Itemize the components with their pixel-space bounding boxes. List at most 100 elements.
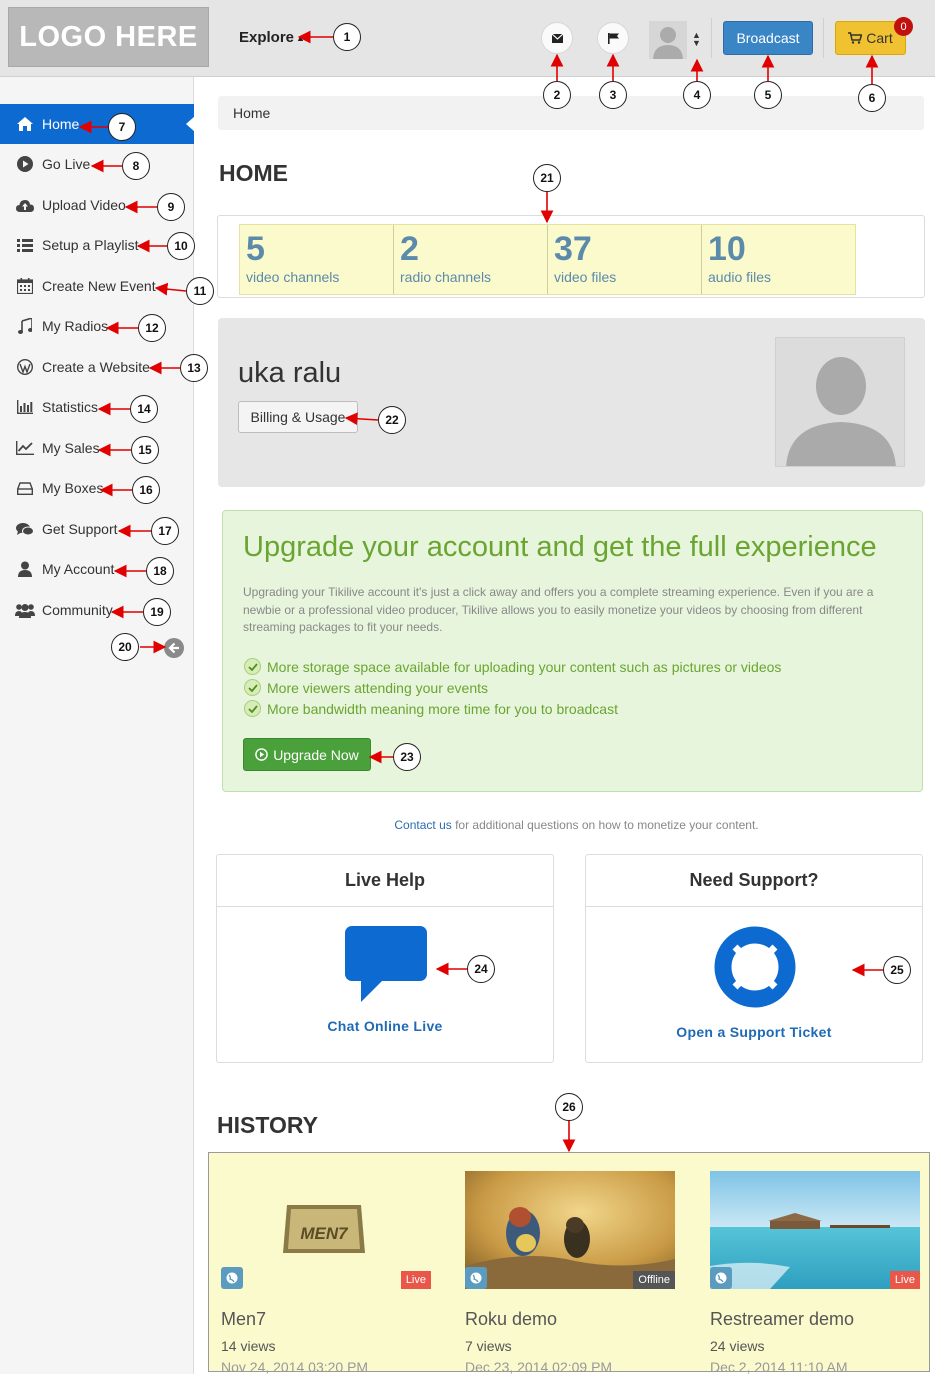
messages-button[interactable] — [541, 22, 573, 54]
sort-caret-icon: ▲︎ — [296, 33, 305, 43]
callout-badge: 20 — [111, 633, 139, 661]
callout-badge: 13 — [180, 354, 208, 382]
contact-us-link[interactable]: Contact us — [394, 818, 451, 832]
line-chart-icon — [15, 439, 35, 457]
user-avatar[interactable] — [649, 21, 687, 59]
breadcrumb-home[interactable]: Home — [233, 105, 270, 121]
video-thumbnail[interactable]: MEN7 Live — [221, 1171, 431, 1289]
callout-badge: 9 — [157, 193, 185, 221]
benefits-list: More storage space available for uploadi… — [244, 656, 781, 719]
video-thumbnail[interactable]: Offline — [465, 1171, 675, 1289]
user-menu-caret-icon[interactable]: ▲︎ ▼︎ — [692, 31, 701, 48]
callout-badge: 17 — [151, 517, 179, 545]
callout-badge: 25 — [883, 956, 911, 984]
stat-video-channels[interactable]: 5 video channels — [240, 225, 394, 294]
collapse-sidebar-button[interactable] — [164, 638, 184, 658]
callout-badge: 3 — [599, 81, 627, 109]
callout-badge: 23 — [393, 743, 421, 771]
benefit-text: More viewers attending your events — [267, 679, 488, 696]
sidebar-item-create-website[interactable]: Create a Website — [0, 347, 194, 387]
callout-badge: 24 — [467, 955, 495, 983]
upgrade-now-button[interactable]: Upgrade Now — [243, 738, 371, 771]
globe-icon — [465, 1267, 487, 1289]
check-icon — [244, 700, 261, 717]
benefit-item: More bandwidth meaning more time for you… — [244, 698, 781, 719]
stat-audio-files[interactable]: 10 audio files — [702, 225, 855, 294]
callout-badge: 19 — [143, 598, 171, 626]
check-icon — [244, 679, 261, 696]
benefit-text: More bandwidth meaning more time for you… — [267, 700, 618, 717]
sidebar-item-label: Community — [42, 602, 113, 618]
stat-label: video channels — [246, 269, 340, 285]
arrow-left-icon — [168, 642, 179, 654]
explore-label: Explore — [239, 29, 295, 46]
sidebar-item-label: Setup a Playlist — [42, 237, 139, 253]
sidebar-item-statistics[interactable]: Statistics — [0, 387, 194, 427]
chat-bubble-icon[interactable] — [345, 926, 427, 1002]
cart-label: Cart — [866, 30, 893, 46]
sidebar-item-label: My Account — [42, 561, 115, 577]
history-item[interactable]: MEN7 Live Men7 14 views Nov 24, 2014 03:… — [221, 1171, 431, 1374]
explore-menu[interactable]: Explore ▲︎ — [239, 29, 305, 46]
callout-badge: 1 — [333, 23, 361, 51]
logo[interactable]: LOGO HERE — [8, 7, 209, 67]
video-date: Dec 2, 2014 11:10 AM — [710, 1359, 848, 1374]
list-icon — [15, 236, 35, 254]
sidebar-item-my-sales[interactable]: My Sales — [0, 428, 194, 468]
video-title[interactable]: Restreamer demo — [710, 1309, 920, 1330]
check-icon — [244, 658, 261, 675]
video-thumbnail[interactable]: Live — [710, 1171, 920, 1289]
sidebar: Home Go Live Upload Video Setup a Playli… — [0, 77, 195, 1374]
chat-online-live-link[interactable]: Chat Online Live — [217, 1018, 553, 1034]
svg-text:MEN7: MEN7 — [300, 1224, 349, 1243]
stat-number: 37 — [554, 230, 592, 268]
stat-number: 5 — [246, 230, 265, 268]
history-title: HISTORY — [217, 1112, 318, 1138]
status-badge: Offline — [633, 1271, 675, 1289]
cloud-upload-icon — [15, 196, 35, 214]
stat-radio-channels[interactable]: 2 radio channels — [394, 225, 548, 294]
sidebar-item-label: Statistics — [42, 399, 99, 415]
video-title[interactable]: Roku demo — [465, 1309, 675, 1330]
profile-name: uka ralu — [238, 357, 342, 389]
globe-icon — [221, 1267, 243, 1289]
stat-video-files[interactable]: 37 video files — [548, 225, 702, 294]
divider — [823, 18, 824, 58]
lifebuoy-icon[interactable] — [714, 926, 796, 1008]
profile-avatar[interactable] — [775, 337, 905, 467]
page-title: HOME — [219, 160, 288, 186]
sidebar-item-go-live[interactable]: Go Live — [0, 144, 194, 184]
sidebar-item-label: Create a Website — [42, 359, 150, 375]
contact-line: Contact us for additional questions on h… — [0, 818, 935, 832]
cart-icon — [848, 32, 863, 44]
open-support-ticket-link[interactable]: Open a Support Ticket — [586, 1024, 922, 1040]
sidebar-item-my-boxes[interactable]: My Boxes — [0, 468, 194, 508]
sidebar-item-create-event[interactable]: Create New Event — [0, 266, 194, 306]
sidebar-item-label: My Boxes — [42, 480, 104, 496]
divider — [711, 18, 712, 58]
sidebar-item-home[interactable]: Home — [0, 104, 195, 144]
billing-usage-button[interactable]: Billing & Usage — [238, 401, 358, 433]
video-title[interactable]: Men7 — [221, 1309, 431, 1330]
history-item[interactable]: Live Restreamer demo 24 views Dec 2, 201… — [710, 1171, 920, 1374]
upgrade-now-label: Upgrade Now — [273, 746, 359, 763]
callout-badge: 22 — [378, 406, 406, 434]
sidebar-item-label: Create New Event — [42, 278, 156, 294]
sidebar-item-label: Go Live — [42, 156, 91, 172]
home-icon — [15, 115, 35, 133]
benefit-item: More storage space available for uploadi… — [244, 656, 781, 677]
history-item[interactable]: Offline Roku demo 7 views Dec 23, 2014 0… — [465, 1171, 675, 1374]
notifications-button[interactable] — [597, 22, 629, 54]
play-icon — [15, 155, 35, 173]
sidebar-item-label: Home — [42, 116, 80, 132]
user-silhouette-icon — [649, 21, 687, 59]
callout-badge: 15 — [131, 436, 159, 464]
user-icon — [15, 560, 35, 578]
sidebar-item-setup-playlist[interactable]: Setup a Playlist — [0, 225, 194, 265]
flag-icon — [607, 32, 619, 44]
need-support-panel: Need Support? Open a Support Ticket — [585, 854, 923, 1063]
breadcrumb: Home — [218, 96, 924, 130]
broadcast-button[interactable]: Broadcast — [723, 21, 813, 55]
music-icon — [15, 317, 35, 335]
sidebar-item-label: Upload Video — [42, 197, 126, 213]
